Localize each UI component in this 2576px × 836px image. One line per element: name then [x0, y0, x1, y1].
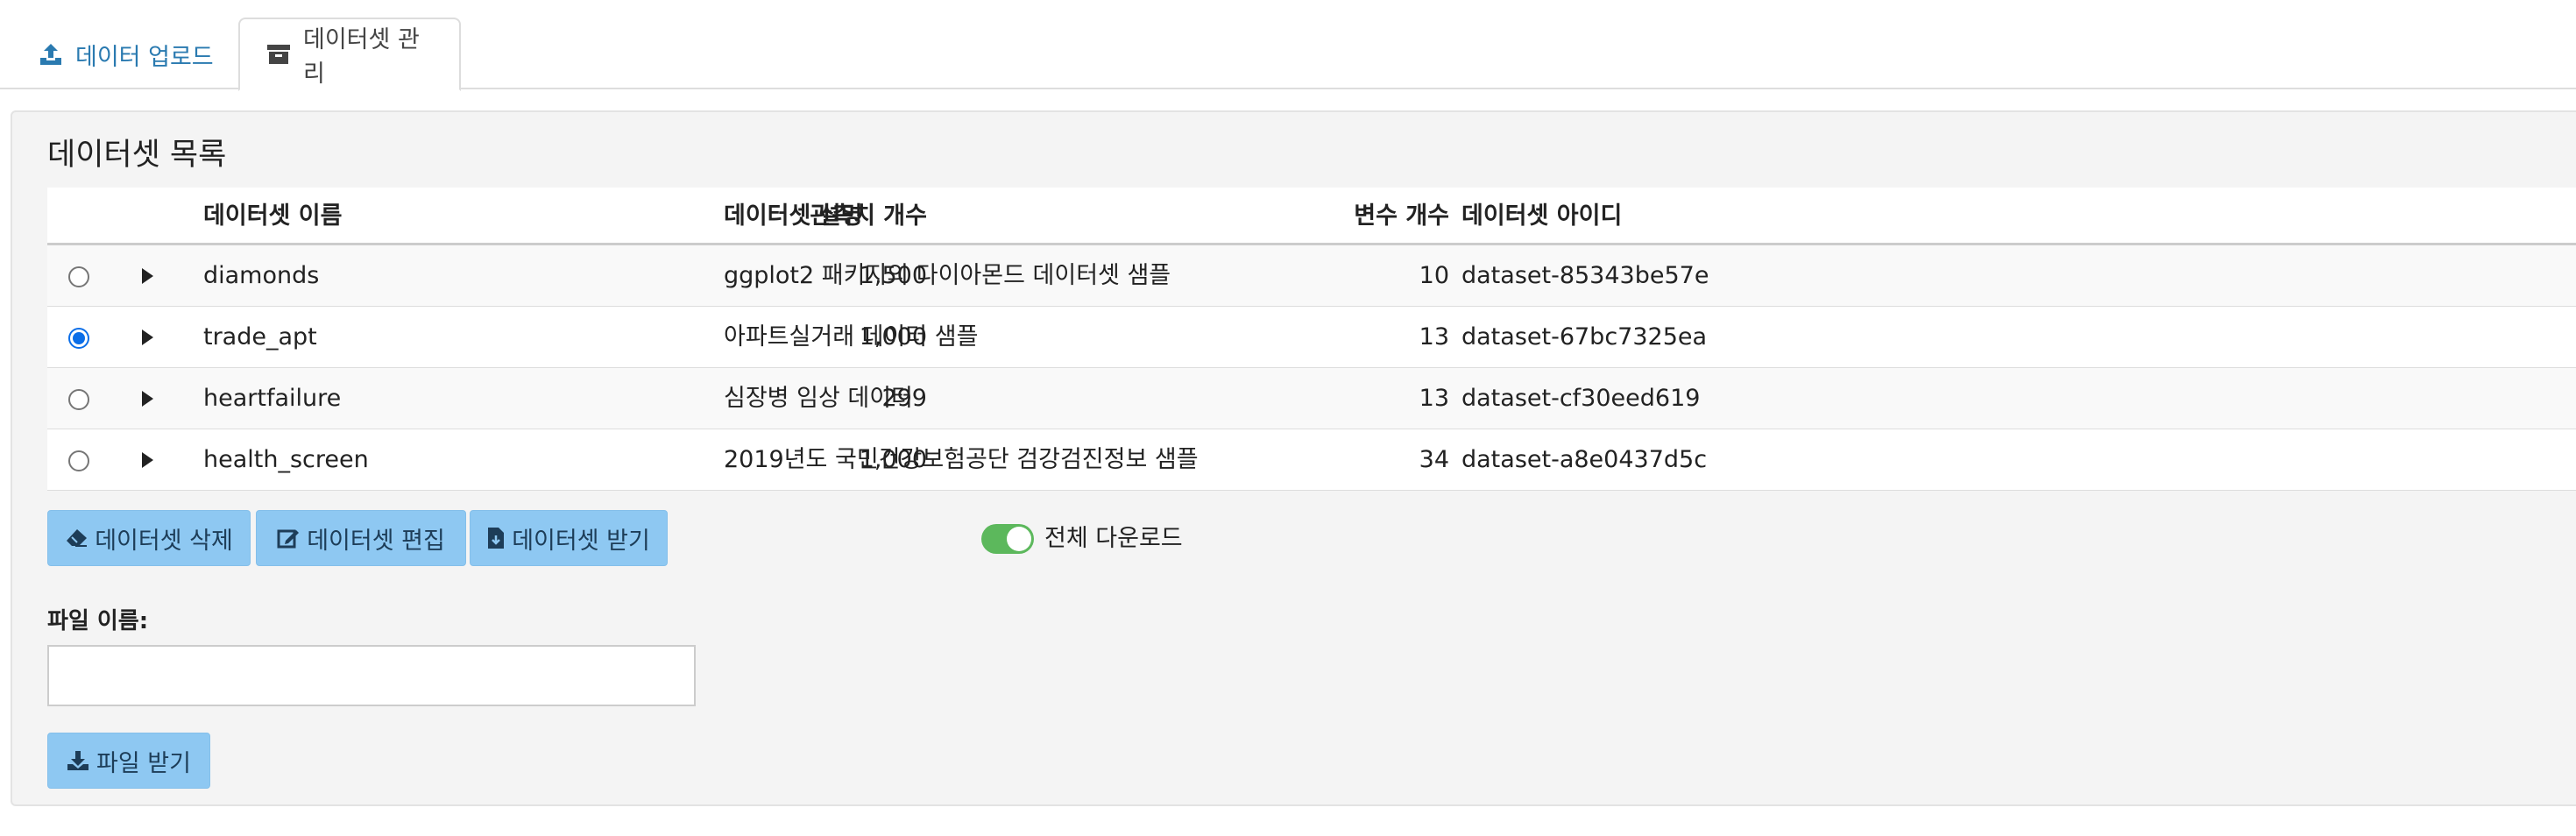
- cell-name: health_screen: [203, 446, 369, 473]
- cell-vars: 34: [1419, 446, 1449, 473]
- cell-id: dataset-cf30eed619: [1461, 385, 1701, 412]
- row-select-radio[interactable]: [68, 389, 89, 410]
- button-label: 파일 받기: [96, 749, 191, 777]
- toggle-knob: [1007, 527, 1031, 551]
- table-row[interactable]: trade_apt 아파트실거래 데이터 샘플 1,000 13 dataset…: [47, 307, 2576, 368]
- dataset-table: 데이터셋 이름 데이터셋 설명 관측치 개수 변수 개수 데이터셋 아이디 di…: [47, 188, 2576, 491]
- tab-dataset-manage[interactable]: 데이터셋 관리: [238, 18, 461, 91]
- delete-dataset-button[interactable]: 데이터셋 삭제: [47, 510, 251, 566]
- edit-dataset-button[interactable]: 데이터셋 편집: [256, 510, 466, 566]
- caret-right-icon[interactable]: [142, 329, 153, 345]
- file-download-icon: [487, 527, 505, 549]
- file-name-label: 파일 이름:: [47, 608, 149, 634]
- tab-bar: 데이터 업로드 데이터셋 관리: [0, 0, 2576, 91]
- cell-vars: 10: [1419, 262, 1449, 289]
- button-label: 데이터셋 편집: [307, 527, 445, 555]
- download-all-toggle[interactable]: [981, 524, 1034, 554]
- caret-right-icon[interactable]: [142, 452, 153, 468]
- row-select-radio[interactable]: [68, 328, 89, 349]
- header-name[interactable]: 데이터셋 이름: [203, 188, 342, 245]
- file-name-input[interactable]: [47, 645, 696, 706]
- header-vars[interactable]: 변수 개수: [1354, 188, 1449, 245]
- eraser-icon: [65, 528, 88, 548]
- cell-obs: 1,500: [859, 262, 927, 289]
- archive-icon: [266, 43, 291, 66]
- cell-obs: 1,000: [859, 323, 927, 351]
- tab-data-upload[interactable]: 데이터 업로드: [12, 18, 240, 91]
- cell-desc: ggplot2 패키지의 다이아몬드 데이터셋 샘플: [724, 262, 1171, 289]
- caret-right-icon[interactable]: [142, 268, 153, 284]
- edit-icon: [277, 527, 300, 549]
- row-select-radio[interactable]: [68, 450, 89, 471]
- header-id[interactable]: 데이터셋 아이디: [1461, 188, 1622, 245]
- header-obs[interactable]: 관측치 개수: [810, 188, 927, 245]
- cell-id: dataset-85343be57e: [1461, 262, 1709, 289]
- button-label: 데이터셋 삭제: [95, 527, 233, 555]
- row-select-radio[interactable]: [68, 266, 89, 287]
- cell-desc: 2019년도 국민건강보험공단 검강검진정보 샘플: [724, 446, 1199, 473]
- dataset-panel: 데이터셋 목록 데이터셋 이름 데이터셋 설명 관측치 개수 변수 개수 데이터…: [11, 110, 2576, 806]
- cell-desc: 아파트실거래 데이터 샘플: [724, 323, 979, 351]
- cell-name: trade_apt: [203, 323, 317, 351]
- cell-obs: 1,000: [859, 446, 927, 473]
- cell-name: heartfailure: [203, 385, 342, 412]
- table-row[interactable]: heartfailure 심장병 임상 데이터 299 13 dataset-c…: [47, 368, 2576, 429]
- caret-right-icon[interactable]: [142, 391, 153, 407]
- tab-label: 데이터 업로드: [75, 43, 214, 71]
- upload-icon: [39, 42, 63, 67]
- table-row[interactable]: health_screen 2019년도 국민건강보험공단 검강검진정보 샘플 …: [47, 429, 2576, 491]
- get-dataset-button[interactable]: 데이터셋 받기: [470, 510, 668, 566]
- file-download-button[interactable]: 파일 받기: [47, 733, 210, 789]
- cell-vars: 13: [1419, 385, 1449, 412]
- cell-name: diamonds: [203, 262, 320, 289]
- table-row[interactable]: diamonds ggplot2 패키지의 다이아몬드 데이터셋 샘플 1,50…: [47, 245, 2576, 307]
- cell-id: dataset-67bc7325ea: [1461, 323, 1708, 351]
- cell-id: dataset-a8e0437d5c: [1461, 446, 1708, 473]
- download-icon: [67, 750, 89, 771]
- tab-label: 데이터셋 관리: [303, 26, 420, 88]
- panel-title: 데이터셋 목록: [47, 138, 227, 173]
- button-label: 데이터셋 받기: [512, 527, 650, 555]
- download-all-label: 전체 다운로드: [1044, 525, 1183, 552]
- cell-obs: 299: [881, 385, 927, 412]
- cell-vars: 13: [1419, 323, 1449, 351]
- table-header: 데이터셋 이름 데이터셋 설명 관측치 개수 변수 개수 데이터셋 아이디: [47, 188, 2576, 245]
